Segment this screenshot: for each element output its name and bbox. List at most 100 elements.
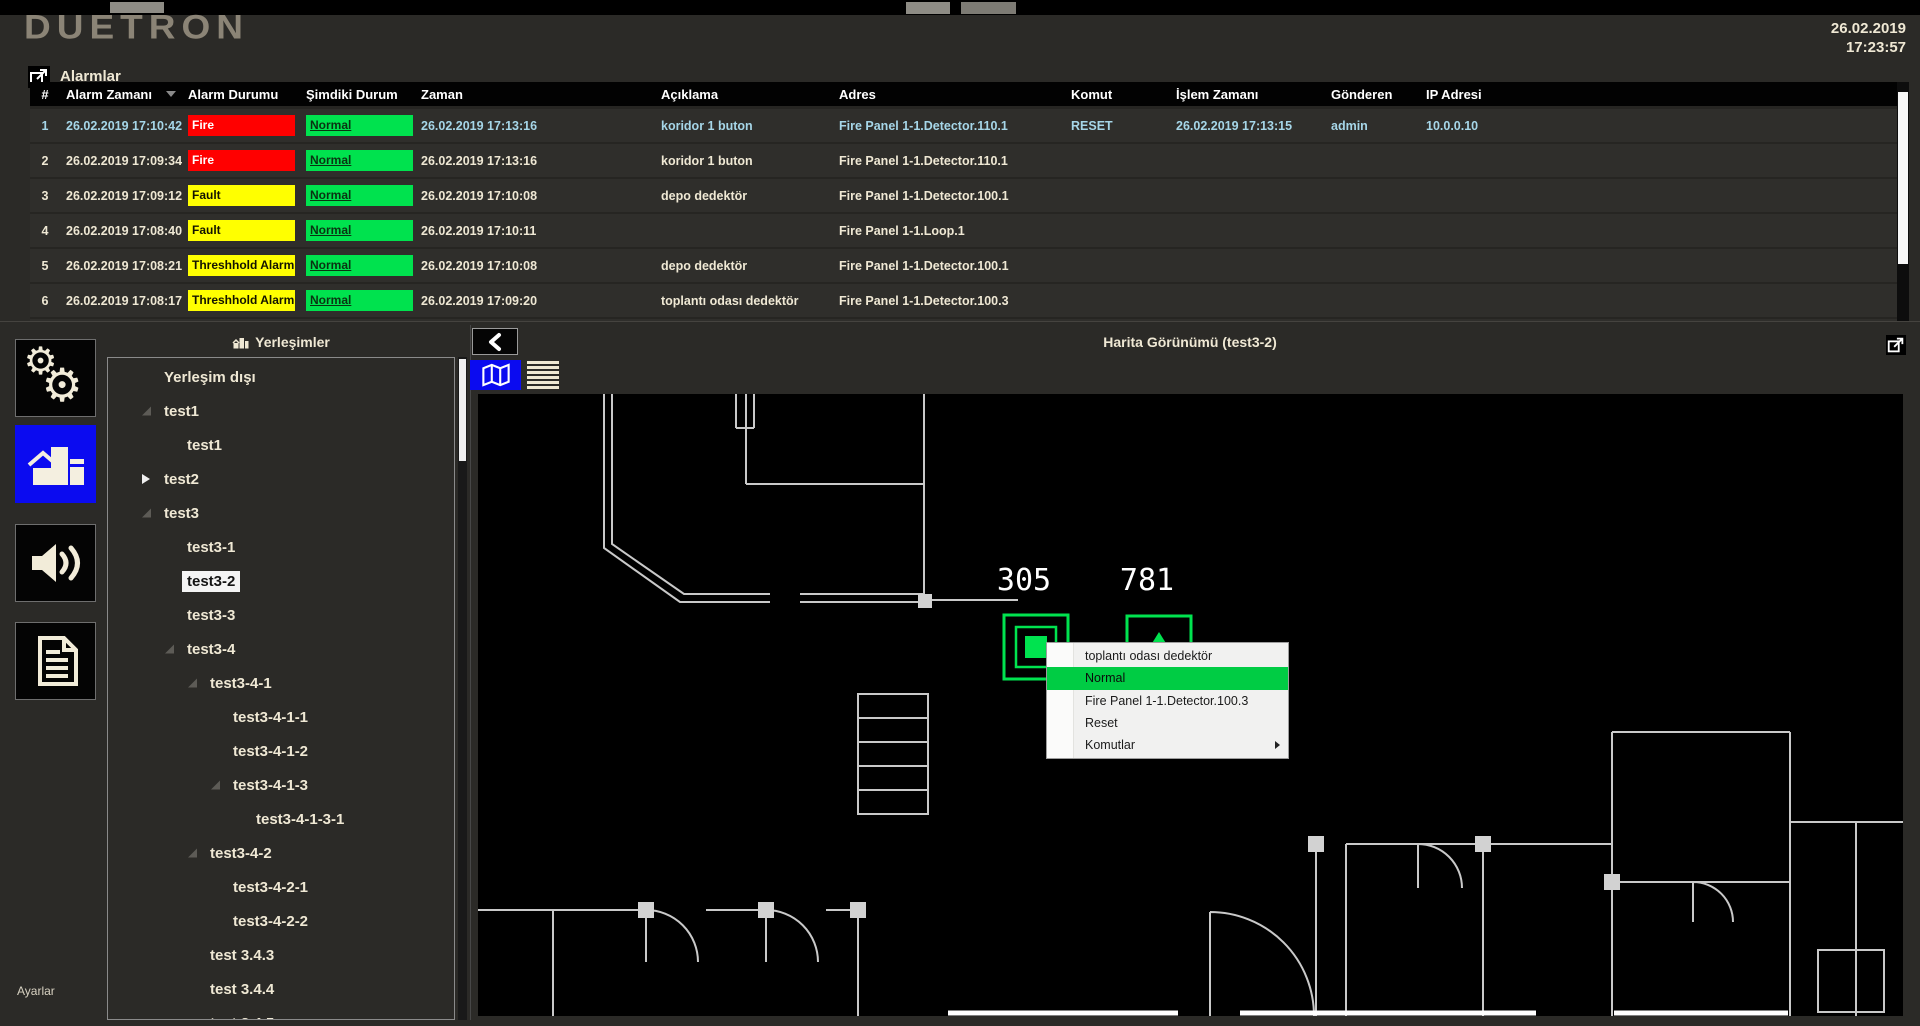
tree-item[interactable]: test3-4-2-1: [108, 870, 454, 904]
map-popout-icon[interactable]: [1886, 335, 1906, 355]
alarm-table-header[interactable]: #Alarm ZamanıAlarm DurumuŞimdiki DurumZa…: [30, 82, 1897, 109]
sidebar-button-settings[interactable]: ⚙ ⚙: [15, 339, 96, 417]
window-top-strip: [0, 0, 1920, 15]
table-cell: Fire Panel 1-1.Detector.100.1: [833, 189, 1065, 203]
tree-scrollbar[interactable]: [458, 357, 467, 1020]
tree-item-label: test 3.4.5: [205, 1013, 279, 1021]
column-header[interactable]: Şimdiki Durum: [300, 87, 415, 102]
sidebar-button-reports[interactable]: [15, 622, 96, 700]
collapse-arrow-icon[interactable]: [188, 679, 197, 688]
tree-item-label: test3-4-2-1: [228, 877, 313, 898]
gears-icon: ⚙ ⚙: [24, 346, 88, 410]
tree-item[interactable]: test3-3: [108, 598, 454, 632]
collapse-arrow-icon[interactable]: [142, 509, 151, 518]
status-cell: Normal: [300, 290, 415, 311]
tree-item[interactable]: test 3.4.3: [108, 938, 454, 972]
tree-item[interactable]: test 3.4.5: [108, 1006, 454, 1020]
tree-item[interactable]: test3-4-1-3: [108, 768, 454, 802]
column-header[interactable]: Alarm Zamanı: [60, 87, 182, 102]
tree-item[interactable]: test3-4: [108, 632, 454, 666]
window-grip[interactable]: [961, 2, 1016, 14]
tree-item[interactable]: test3-4-1-3-1: [108, 802, 454, 836]
column-header[interactable]: Komut: [1065, 87, 1170, 102]
tree-item[interactable]: test3-4-2-2: [108, 904, 454, 938]
scrollbar-thumb[interactable]: [459, 359, 466, 461]
column-header[interactable]: Açıklama: [655, 87, 833, 102]
tree-item[interactable]: test3-4-1-2: [108, 734, 454, 768]
tree-item[interactable]: test2: [108, 462, 454, 496]
alarm-row[interactable]: 226.02.2019 17:09:34FireNormal26.02.2019…: [30, 144, 1897, 179]
tree-item[interactable]: test3-4-1: [108, 666, 454, 700]
tree-item-label: test3-4-1-2: [228, 741, 313, 762]
column-header[interactable]: Alarm Durumu: [182, 87, 300, 102]
column-header[interactable]: Adres: [833, 87, 1065, 102]
tree-item[interactable]: test3-4-1-1: [108, 700, 454, 734]
buildings-icon: [24, 435, 88, 493]
tree-item[interactable]: test3-1: [108, 530, 454, 564]
table-cell: 26.02.2019 17:13:16: [415, 154, 655, 168]
layout-tree: Yerleşim dışıtest1test1test2test3test3-1…: [107, 357, 455, 1020]
alarm-row[interactable]: 526.02.2019 17:08:21Threshhold AlarmNorm…: [30, 249, 1897, 284]
column-header[interactable]: İşlem Zamanı: [1170, 87, 1325, 102]
context-menu-item[interactable]: Fire Panel 1-1.Detector.100.3: [1047, 690, 1288, 712]
sort-descending-icon[interactable]: [166, 91, 176, 97]
tree-item[interactable]: test3: [108, 496, 454, 530]
status-badge: Normal: [306, 185, 413, 206]
tree-item-label: test 3.4.4: [205, 979, 279, 1000]
context-menu-item[interactable]: Komutlar: [1047, 734, 1288, 756]
table-cell: 26.02.2019 17:08:40: [60, 224, 182, 238]
status-badge: Normal: [306, 220, 413, 241]
context-menu: toplantı odası dedektörNormalFire Panel …: [1046, 642, 1289, 759]
tree-item[interactable]: Yerleşim dışı: [108, 360, 454, 394]
column-header[interactable]: #: [30, 87, 60, 102]
status-cell: Fire: [182, 115, 300, 136]
alarm-row[interactable]: 126.02.2019 17:10:42FireNormal26.02.2019…: [30, 109, 1897, 144]
chevron-left-icon: [486, 332, 504, 352]
alarm-table-scrollbar[interactable]: [1897, 82, 1909, 321]
tree-item[interactable]: test3-2: [108, 564, 454, 598]
clock-date: 26.02.2019: [1831, 19, 1906, 38]
context-menu-item[interactable]: Reset: [1047, 712, 1288, 734]
table-cell: koridor 1 buton: [655, 119, 833, 133]
alarm-row[interactable]: 626.02.2019 17:08:17Threshhold AlarmNorm…: [30, 284, 1897, 319]
document-icon: [28, 633, 84, 689]
status-cell: Fire: [182, 150, 300, 171]
tree-item-label: test3-2: [182, 571, 240, 592]
table-cell: 5: [30, 259, 60, 273]
submenu-arrow-icon: [1275, 741, 1280, 749]
context-menu-item[interactable]: Normal: [1047, 667, 1288, 689]
settings-footer-label[interactable]: Ayarlar: [17, 984, 55, 998]
table-cell: 10.0.0.10: [1420, 119, 1562, 133]
column-header[interactable]: Gönderen: [1325, 87, 1420, 102]
column-header[interactable]: Zaman: [415, 87, 655, 102]
map-back-button[interactable]: [472, 328, 518, 355]
context-menu-item[interactable]: toplantı odası dedektör: [1047, 645, 1288, 667]
status-badge: Fire: [188, 115, 295, 136]
window-grip[interactable]: [906, 2, 950, 14]
tree-item-label: test3-4-1-3-1: [251, 809, 349, 830]
collapse-arrow-icon[interactable]: [211, 781, 220, 790]
tree-item[interactable]: test3-4-2: [108, 836, 454, 870]
table-cell: Fire Panel 1-1.Detector.110.1: [833, 154, 1065, 168]
scrollbar-thumb[interactable]: [1898, 92, 1908, 264]
table-cell: depo dedektör: [655, 259, 833, 273]
column-header[interactable]: IP Adresi: [1420, 87, 1562, 102]
section-divider: [0, 321, 1920, 322]
tree-item[interactable]: test 3.4.4: [108, 972, 454, 1006]
alarm-row[interactable]: 426.02.2019 17:08:40FaultNormal26.02.201…: [30, 214, 1897, 249]
tree-item[interactable]: test1: [108, 428, 454, 462]
alarm-row[interactable]: 326.02.2019 17:09:12FaultNormal26.02.201…: [30, 179, 1897, 214]
collapse-arrow-icon[interactable]: [142, 407, 151, 416]
collapse-arrow-icon[interactable]: [188, 849, 197, 858]
sidebar-button-sound[interactable]: [15, 524, 96, 602]
sidebar-button-layouts[interactable]: [15, 425, 96, 503]
map-view-toggle[interactable]: [470, 360, 521, 390]
status-badge: Threshhold Alarm: [188, 290, 295, 311]
collapse-arrow-icon[interactable]: [165, 645, 174, 654]
app-logo: DUETRON: [24, 8, 249, 47]
status-badge: Normal: [306, 115, 413, 136]
tree-item[interactable]: test1: [108, 394, 454, 428]
list-view-toggle[interactable]: [527, 360, 559, 390]
expand-arrow-icon[interactable]: [142, 474, 150, 484]
status-badge: Normal: [306, 290, 413, 311]
